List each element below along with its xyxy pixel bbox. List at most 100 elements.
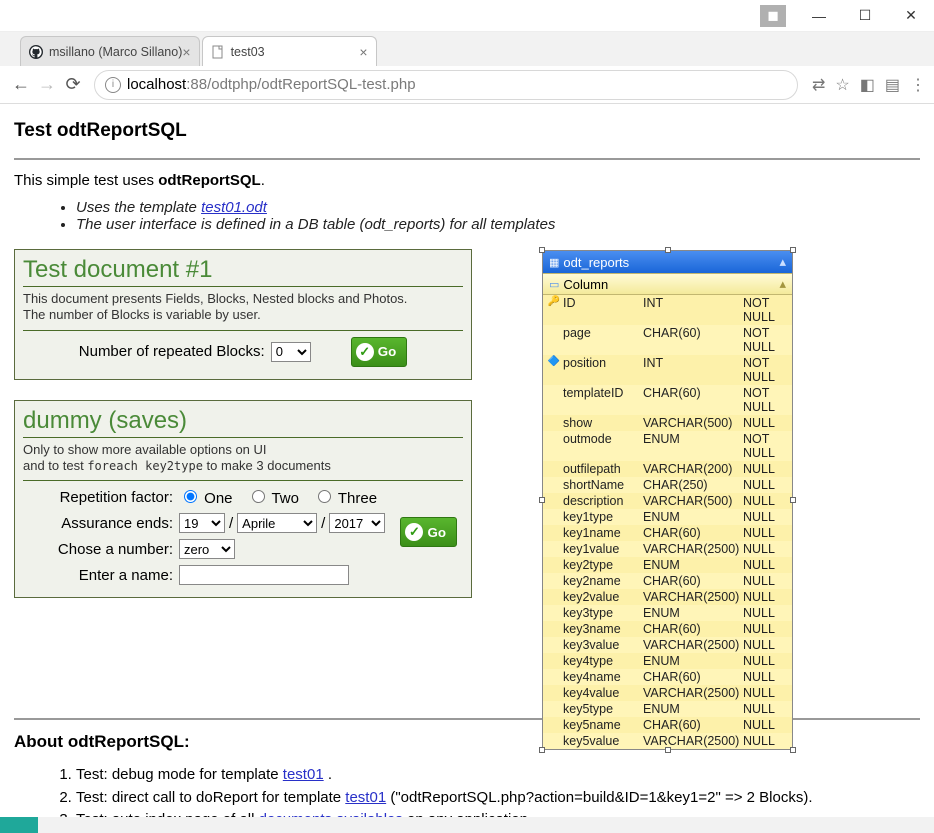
day-select[interactable]: 19 <box>179 513 225 533</box>
col-null: NULL <box>743 718 788 732</box>
col-name: key1type <box>563 510 643 524</box>
col-null: NULL <box>743 574 788 588</box>
page-icon <box>211 45 225 59</box>
test-document-card: Test document #1 This document presents … <box>14 249 472 380</box>
site-info-icon[interactable]: i <box>105 77 121 93</box>
key-icon <box>545 702 563 716</box>
go-button[interactable]: ✓Go <box>351 337 408 367</box>
radio-two[interactable]: Two <box>247 487 299 507</box>
address-bar[interactable]: i localhost:88/odtphp/odtReportSQL-test.… <box>94 70 798 100</box>
col-null: NULL <box>743 558 788 572</box>
col-null: NULL <box>743 638 788 652</box>
db-column-row: key2nameCHAR(60)NULL <box>543 573 792 589</box>
col-name: key2name <box>563 574 643 588</box>
test01-link[interactable]: test01 <box>283 766 324 783</box>
col-type: ENUM <box>643 702 743 716</box>
about-item: Test: direct call to doReport for templa… <box>76 787 920 810</box>
col-type: VARCHAR(200) <box>643 462 743 476</box>
col-name: show <box>563 416 643 430</box>
blocks-select[interactable]: 0 <box>271 342 311 362</box>
extension-icon-1[interactable]: ◧ <box>860 75 875 95</box>
year-select[interactable]: 2017 <box>329 513 385 533</box>
col-type: ENUM <box>643 558 743 572</box>
col-type: CHAR(60) <box>643 718 743 732</box>
template-link[interactable]: test01.odt <box>201 199 267 216</box>
back-button[interactable]: ← <box>8 72 34 98</box>
col-null: NULL <box>743 654 788 668</box>
key-icon <box>545 510 563 524</box>
window-close-button[interactable]: ✕ <box>888 1 934 31</box>
col-type: CHAR(250) <box>643 478 743 492</box>
col-type: INT <box>643 356 743 384</box>
key-icon <box>545 542 563 556</box>
reload-button[interactable]: ⟳ <box>60 72 86 98</box>
card-title: dummy (saves) <box>23 407 463 435</box>
col-name: key5value <box>563 734 643 748</box>
tab-label: msillano (Marco Sillano) <box>49 45 182 59</box>
key-icon <box>545 326 563 354</box>
col-name: key5type <box>563 702 643 716</box>
col-name: page <box>563 326 643 354</box>
col-null: NULL <box>743 542 788 556</box>
col-name: key2value <box>563 590 643 604</box>
col-null: NULL <box>743 686 788 700</box>
col-null: NOT NULL <box>743 326 788 354</box>
key-icon <box>545 670 563 684</box>
col-name: outfilepath <box>563 462 643 476</box>
translate-icon[interactable]: ⇄ <box>812 75 825 95</box>
key-icon <box>545 416 563 430</box>
key-icon <box>545 606 563 620</box>
col-name: outmode <box>563 432 643 460</box>
key-icon <box>545 558 563 572</box>
db-column-row: pageCHAR(60)NOT NULL <box>543 325 792 355</box>
col-type: VARCHAR(500) <box>643 494 743 508</box>
intro-text: This simple test uses odtReportSQL. <box>14 172 920 189</box>
col-name: ID <box>563 296 643 324</box>
radio-three[interactable]: Three <box>313 487 377 507</box>
menu-icon[interactable]: ⋮ <box>910 75 926 95</box>
db-column-row: key4nameCHAR(60)NULL <box>543 669 792 685</box>
col-name: key3type <box>563 606 643 620</box>
close-icon[interactable]: × <box>182 44 190 60</box>
radio-one[interactable]: One <box>179 487 233 507</box>
db-column-row: outmodeENUMNOT NULL <box>543 431 792 461</box>
divider <box>23 330 463 331</box>
star-icon[interactable]: ☆ <box>835 75 849 95</box>
assurance-label: Assurance ends: <box>23 515 173 532</box>
db-column-row: key3typeENUMNULL <box>543 605 792 621</box>
test01-link[interactable]: test01 <box>345 789 386 806</box>
name-input[interactable] <box>179 565 349 585</box>
col-name: key3name <box>563 622 643 636</box>
month-select[interactable]: Aprile <box>237 513 317 533</box>
col-type: ENUM <box>643 510 743 524</box>
check-icon: ✓ <box>356 343 374 361</box>
page-title: Test odtReportSQL <box>14 120 920 142</box>
key-icon <box>545 478 563 492</box>
window-minimize-button[interactable]: — <box>796 1 842 31</box>
db-column-row: showVARCHAR(500)NULL <box>543 415 792 431</box>
close-icon[interactable]: × <box>359 44 367 60</box>
browser-tab-2[interactable]: test03 × <box>202 36 377 66</box>
tab-label: test03 <box>231 45 265 59</box>
db-column-row: key5nameCHAR(60)NULL <box>543 717 792 733</box>
db-column-row: key1valueVARCHAR(2500)NULL <box>543 541 792 557</box>
go-button[interactable]: ✓Go <box>400 517 457 547</box>
db-column-row: shortNameCHAR(250)NULL <box>543 477 792 493</box>
card-title: Test document #1 <box>23 256 463 284</box>
col-null: NOT NULL <box>743 386 788 414</box>
key-icon <box>545 734 563 748</box>
browser-tab-1[interactable]: msillano (Marco Sillano) × <box>20 36 200 66</box>
forward-button[interactable]: → <box>34 72 60 98</box>
col-null: NULL <box>743 622 788 636</box>
col-type: VARCHAR(2500) <box>643 542 743 556</box>
col-type: CHAR(60) <box>643 526 743 540</box>
number-select[interactable]: zero <box>179 539 235 559</box>
key-icon <box>545 638 563 652</box>
window-maximize-button[interactable]: ☐ <box>842 1 888 31</box>
extension-icon-2[interactable]: ▤ <box>885 75 900 95</box>
col-name: key2type <box>563 558 643 572</box>
card-description: Only to show more available options on U… <box>23 442 463 475</box>
col-type: VARCHAR(2500) <box>643 638 743 652</box>
taskbar-item[interactable] <box>0 817 38 833</box>
key-icon <box>545 654 563 668</box>
